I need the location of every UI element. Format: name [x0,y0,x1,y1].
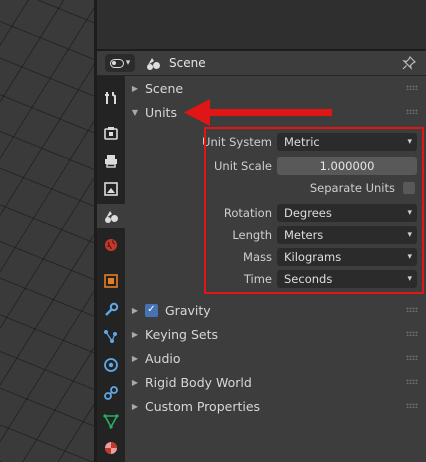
panel-custom-properties[interactable]: ▶ Custom Properties [125,394,426,418]
unit-system-value: Metric [284,135,320,149]
panel-label: Custom Properties [145,398,261,414]
tab-tool[interactable] [97,86,125,110]
length-label: Length [232,228,272,242]
mass-row: Mass Kilograms ▾ [125,247,426,267]
3d-viewport[interactable] [0,0,94,462]
length-row: Length Meters ▾ [125,225,426,245]
drag-grip-icon[interactable] [406,331,418,336]
editor-type-button[interactable]: ▾ [105,54,135,72]
unit-system-dropdown[interactable]: Metric ▾ [277,133,417,151]
rotation-row: Rotation Degrees ▾ [125,203,426,223]
mass-label: Mass [243,250,272,264]
output-icon [105,155,117,168]
collapsed-arrow-icon: ▶ [131,305,139,315]
scene-icon [105,211,118,223]
drag-grip-icon[interactable] [406,109,418,114]
properties-tabs [97,76,125,462]
tab-data[interactable] [97,409,125,433]
time-value: Seconds [284,272,333,286]
separate-units-row: Separate Units [125,178,426,198]
header-title: Scene [169,56,206,70]
panel-label: Keying Sets [145,326,219,342]
unit-scale-field[interactable]: 1.000000 [277,157,417,175]
separate-units-checkbox[interactable] [403,182,415,194]
drag-grip-icon[interactable] [406,85,418,90]
tab-material[interactable] [97,436,125,460]
panel-label: Gravity [165,302,211,318]
tab-modifier[interactable] [97,298,125,322]
empty-area [97,0,426,49]
chevron-down-icon: ▾ [407,208,412,218]
tool-icon [105,92,116,104]
panel-gravity[interactable]: ▶ ✓ Gravity [125,298,426,322]
time-dropdown[interactable]: Seconds ▾ [277,270,417,288]
panel-label: Units [145,104,177,120]
tab-world[interactable] [97,233,125,257]
object-icon [104,274,118,288]
view-layer-icon [104,182,118,196]
panel-audio[interactable]: ▶ Audio [125,346,426,370]
length-value: Meters [284,228,324,242]
tab-constraints[interactable] [97,381,125,405]
expanded-arrow-icon: ▼ [131,107,139,117]
drag-grip-icon[interactable] [406,355,418,360]
panel-label: Audio [145,350,181,366]
modifier-icon [105,302,119,316]
tab-output[interactable] [97,149,125,173]
time-row: Time Seconds ▾ [125,269,426,289]
length-dropdown[interactable]: Meters ▾ [277,226,417,244]
drag-grip-icon[interactable] [406,379,418,384]
unit-scale-label: Unit Scale [213,159,272,173]
panel-rigid-body-world[interactable]: ▶ Rigid Body World [125,370,426,394]
physics-icon [104,358,118,372]
constraints-icon [104,386,118,400]
tab-render[interactable] [97,121,125,145]
mass-dropdown[interactable]: Kilograms ▾ [277,248,417,266]
chevron-down-icon: ▾ [407,252,412,262]
chevron-down-icon: ▾ [407,274,412,284]
panel-label: Scene [145,80,184,96]
particles-icon [104,330,117,343]
collapsed-arrow-icon: ▶ [131,329,139,339]
render-icon [104,127,118,140]
chevron-down-icon: ▾ [125,57,131,68]
unit-system-row: Unit System Metric ▾ [125,132,426,152]
tab-object[interactable] [97,269,125,293]
unit-scale-row: Unit Scale 1.000000 [125,156,426,176]
annotation-arrow-icon [184,99,332,126]
collapsed-arrow-icon: ▶ [131,83,139,93]
unit-system-label: Unit System [202,135,272,149]
tab-view-layer[interactable] [97,177,125,201]
separate-units-label: Separate Units [309,181,395,195]
chevron-down-icon: ▾ [407,137,412,147]
rotation-label: Rotation [223,206,272,220]
chevron-down-icon: ▾ [407,230,412,240]
material-icon [105,442,117,454]
pin-icon[interactable] [401,55,417,71]
tab-physics[interactable] [97,353,125,377]
gravity-checkbox[interactable]: ✓ [145,303,158,317]
tab-particles[interactable] [97,325,125,349]
collapsed-arrow-icon: ▶ [131,377,139,387]
separate-units-toggle[interactable]: Separate Units [310,181,415,195]
drag-grip-icon[interactable] [406,307,418,312]
panel-label: Rigid Body World [145,374,252,390]
mass-value: Kilograms [284,250,342,264]
world-icon [105,239,117,251]
panel-keying-sets[interactable]: ▶ Keying Sets [125,322,426,346]
rotation-dropdown[interactable]: Degrees ▾ [277,204,417,222]
collapsed-arrow-icon: ▶ [131,401,139,411]
rotation-value: Degrees [284,206,332,220]
collapsed-arrow-icon: ▶ [131,353,139,363]
time-label: Time [243,272,272,286]
data-icon [103,414,119,429]
properties-panel: ▶ Scene ▼ Units Unit System Metric ▾ Uni… [125,76,426,462]
drag-grip-icon[interactable] [406,403,418,408]
properties-header: ▾ Scene [97,51,426,76]
editor-type-icon [109,58,124,68]
tab-scene[interactable] [97,204,125,228]
scene-icon [145,55,161,71]
